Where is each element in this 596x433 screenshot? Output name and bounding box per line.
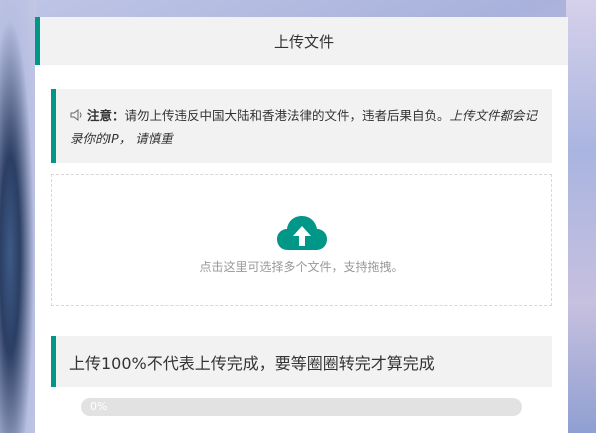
- notice-box: 注意：请勿上传违反中国大陆和香港法律的文件，违者后果自负。上传文件都会记录你的I…: [51, 89, 552, 163]
- cloud-upload-icon: [276, 216, 327, 250]
- notice-text: 请勿上传违反中国大陆和香港法律的文件，违者后果自负。: [124, 108, 450, 123]
- upload-panel: 上传文件 注意：请勿上传违反中国大陆和香港法律的文件，违者后果自负。上传文件都会…: [35, 17, 568, 433]
- background-image-left: [0, 0, 36, 433]
- dropzone-hint: 点击这里可选择多个文件，支持拖拽。: [199, 260, 404, 274]
- upload-message: 上传100%不代表上传完成，要等圈圈转完才算完成: [51, 336, 552, 387]
- notice-label: 注意：: [87, 108, 125, 123]
- background-image-right: [566, 0, 596, 433]
- panel-title: 上传文件: [35, 17, 568, 65]
- speaker-icon: [70, 109, 82, 121]
- file-dropzone[interactable]: 点击这里可选择多个文件，支持拖拽。: [51, 174, 552, 306]
- upload-progress-bar: 0%: [81, 398, 522, 416]
- progress-label: 0%: [90, 400, 108, 413]
